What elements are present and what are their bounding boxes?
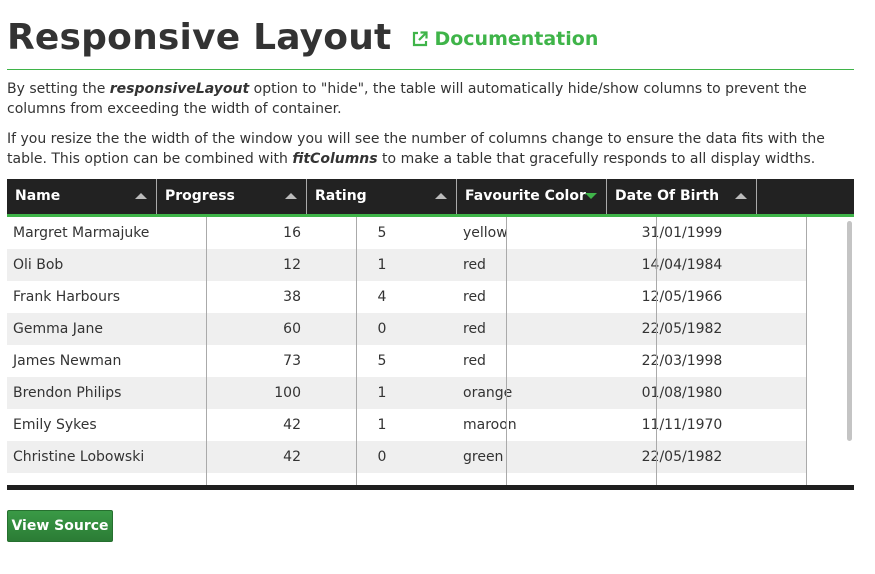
cell-progress[interactable]: 42 (157, 441, 307, 473)
cell-progress[interactable]: 16 (157, 217, 307, 249)
sort-ascending-icon[interactable] (735, 193, 747, 199)
cell-progress[interactable]: 60 (157, 313, 307, 345)
cell-progress[interactable]: 100 (157, 377, 307, 409)
page: Responsive Layout Documentation By setti… (0, 0, 875, 574)
cell-name[interactable]: Brendon Philips (7, 377, 157, 409)
cell-favourite-color[interactable]: red (457, 281, 607, 313)
sort-ascending-icon[interactable] (435, 193, 447, 199)
cell-name[interactable]: Margret Marmajuke (7, 217, 157, 249)
cell-date-of-birth[interactable]: 22/05/1982 (607, 441, 757, 473)
cell-rating[interactable]: 1 (307, 409, 457, 441)
table-row[interactable]: Christine Lobowski 42 0 green 22/05/1982 (7, 441, 807, 473)
cell-rating[interactable]: 4 (307, 281, 457, 313)
cell-favourite-color[interactable]: red (457, 345, 607, 377)
cell-favourite-color[interactable]: red (457, 249, 607, 281)
cell-progress[interactable]: 42 (157, 409, 307, 441)
option-name-responsive-layout: responsiveLayout (109, 81, 250, 97)
cell-date-of-birth[interactable]: 31/01/1999 (607, 217, 757, 249)
cell-rating[interactable]: 0 (307, 441, 457, 473)
view-source-button[interactable]: View Source (7, 510, 113, 542)
table-row[interactable]: Oli Bob 12 1 red 14/04/1984 (7, 249, 807, 281)
cell-name[interactable]: Christine Lobowski (7, 441, 157, 473)
p2-text-b: to make a table that gracefully responds… (377, 151, 816, 167)
column-header[interactable]: Rating (307, 179, 457, 214)
column-header[interactable]: Progress (157, 179, 307, 214)
column-divider (356, 217, 357, 485)
external-link-icon (413, 31, 429, 47)
column-header-label: Date Of Birth (615, 188, 720, 204)
table-row[interactable]: Frank Harbours 38 4 red 12/05/1966 (7, 281, 807, 313)
table-body[interactable]: Margret Marmajuke 16 5 yellow 31/01/1999 Oli … (7, 217, 854, 485)
table-row[interactable]: James Newman 73 5 red 22/03/1998 (7, 345, 807, 377)
cell-date-of-birth[interactable]: 22/03/1998 (607, 345, 757, 377)
column-header-label: Progress (165, 188, 235, 204)
sort-ascending-icon[interactable] (135, 193, 147, 199)
cell-rating[interactable]: 1 (307, 249, 457, 281)
option-name-fit-columns: fitColumns (292, 151, 378, 167)
table-row[interactable]: Emily Sykes 42 1 maroon 11/11/1970 (7, 409, 807, 441)
cell-name[interactable]: Emily Sykes (7, 409, 157, 441)
sort-ascending-icon[interactable] (285, 193, 297, 199)
cell-progress[interactable]: 38 (157, 281, 307, 313)
cell-name[interactable]: James Newman (7, 345, 157, 377)
documentation-link-label: Documentation (434, 28, 599, 50)
cell-name[interactable]: Oli Bob (7, 249, 157, 281)
cell-favourite-color[interactable]: green (457, 441, 607, 473)
column-header[interactable]: Name (7, 179, 157, 214)
column-header[interactable]: Favourite Color (457, 179, 607, 214)
cell-rating[interactable]: 0 (307, 313, 457, 345)
cell-date-of-birth[interactable]: 14/04/1984 (607, 249, 757, 281)
cell-date-of-birth[interactable]: 11/11/1970 (607, 409, 757, 441)
vertical-scrollbar[interactable] (847, 221, 852, 441)
p1-text-a: By setting the (7, 81, 110, 97)
cell-progress[interactable]: 12 (157, 249, 307, 281)
page-title: Responsive Layout (7, 17, 392, 58)
column-header-label: Name (15, 188, 61, 204)
cell-name[interactable]: Frank Harbours (7, 281, 157, 313)
table-header: Name Progress Rating Favourite Color Date Of… (7, 179, 854, 217)
cell-date-of-birth[interactable]: 01/08/1980 (607, 377, 757, 409)
page-header: Responsive Layout Documentation (7, 14, 854, 70)
table-row[interactable]: Margret Marmajuke 16 5 yellow 31/01/1999 (7, 217, 807, 249)
cell-rating[interactable]: 1 (307, 377, 457, 409)
column-header-label: Favourite Color (465, 188, 586, 204)
column-divider (506, 217, 507, 485)
column-divider (656, 217, 657, 485)
cell-favourite-color[interactable]: red (457, 313, 607, 345)
cell-favourite-color[interactable]: orange (457, 377, 607, 409)
table-row[interactable]: Brendon Philips 100 1 orange 01/08/1980 (7, 377, 807, 409)
column-header[interactable]: Date Of Birth (607, 179, 757, 214)
cell-name[interactable]: Gemma Jane (7, 313, 157, 345)
cell-rating[interactable]: 5 (307, 217, 457, 249)
cell-progress[interactable]: 73 (157, 345, 307, 377)
column-header-label: Rating (315, 188, 367, 204)
cell-date-of-birth[interactable]: 12/05/1966 (607, 281, 757, 313)
description-paragraph-1: By setting the responsiveLayout option t… (7, 79, 847, 119)
table-row[interactable]: Gemma Jane 60 0 red 22/05/1982 (7, 313, 807, 345)
cell-date-of-birth[interactable]: 22/05/1982 (607, 313, 757, 345)
column-divider (206, 217, 207, 485)
cell-favourite-color[interactable]: yellow (457, 217, 607, 249)
cell-rating[interactable]: 5 (307, 345, 457, 377)
description-paragraph-2: If you resize the the width of the windo… (7, 129, 847, 169)
cell-favourite-color[interactable]: maroon (457, 409, 607, 441)
documentation-link[interactable]: Documentation (411, 28, 598, 50)
data-table: Name Progress Rating Favourite Color Date Of… (7, 179, 854, 490)
column-divider (806, 217, 807, 485)
sort-descending-icon[interactable] (585, 193, 597, 199)
